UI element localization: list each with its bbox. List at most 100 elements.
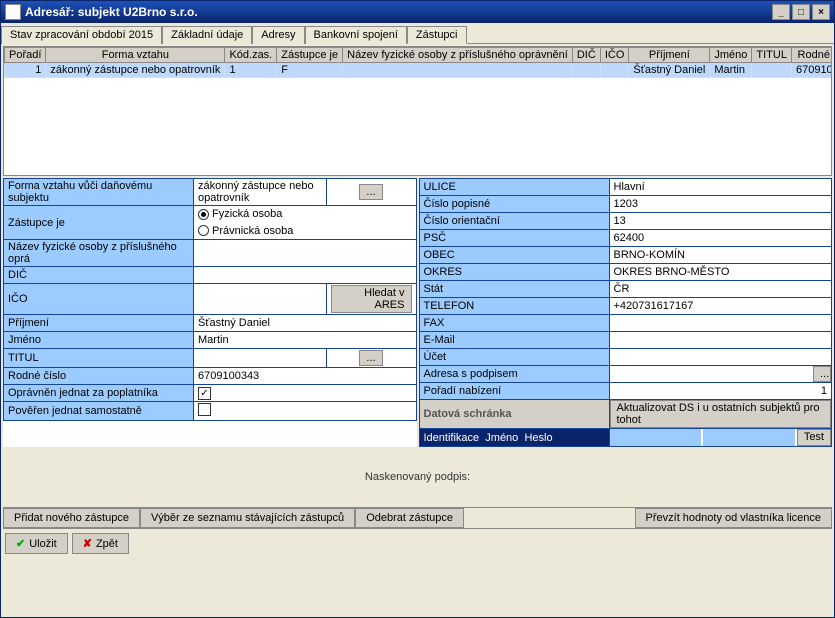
ulice-value[interactable]: Hlavní — [609, 179, 832, 196]
radio-pravnicka-label: Právnická osoba — [212, 225, 293, 237]
vyber-zastupce-button[interactable]: Výběr ze seznamu stávajících zástupců — [140, 508, 355, 528]
radio-pravnicka[interactable] — [198, 225, 209, 236]
stat-label: Stát — [419, 281, 609, 298]
signature-label: Naskenovaný podpis: — [365, 471, 470, 483]
obec-label: OBEC — [419, 247, 609, 264]
left-panel: Forma vztahu vůči daňovému subjektu záko… — [3, 178, 417, 447]
window-title: Adresář: subjekt U2Brno s.r.o. — [25, 5, 198, 19]
jmeno-value[interactable]: Martin — [194, 332, 417, 349]
cell-prijmeni[interactable]: Šťastný Daniel — [629, 63, 710, 78]
col-jmeno[interactable]: Jméno — [710, 48, 752, 63]
ico-value[interactable] — [194, 284, 327, 315]
forma-value[interactable]: zákonný zástupce nebo opatrovník — [194, 179, 327, 206]
ds-field-2[interactable] — [703, 429, 795, 446]
rc-value[interactable]: 6709100343 — [194, 368, 417, 385]
nazev-value[interactable] — [194, 240, 417, 267]
ds-test-button[interactable]: Test — [797, 429, 831, 446]
ds-heading: Datová schránka — [419, 400, 609, 429]
hledat-ares-button[interactable]: Hledat v ARES — [331, 285, 412, 313]
cell-rc[interactable]: 6709100343 — [791, 63, 832, 78]
maximize-button[interactable]: □ — [792, 4, 810, 20]
col-dic[interactable]: DIČ — [572, 48, 600, 63]
titul-label: TITUL — [4, 349, 194, 368]
cell-forma[interactable]: zákonný zástupce nebo opatrovník — [46, 63, 225, 78]
zpet-button[interactable]: ✘Zpět — [72, 533, 129, 554]
obec-value[interactable]: BRNO-KOMÍN — [609, 247, 832, 264]
adresa-podpis-browse-button[interactable]: ... — [813, 366, 831, 382]
ulozit-label: Uložit — [29, 538, 57, 550]
col-rc[interactable]: Rodné číslo — [791, 48, 832, 63]
col-ico[interactable]: IČO — [600, 48, 629, 63]
tab-zastupci[interactable]: Zástupci — [407, 26, 467, 44]
cell-titul[interactable] — [752, 63, 792, 78]
zastupce-label: Zástupce je — [4, 206, 194, 240]
col-kodzas[interactable]: Kód.zas. — [225, 48, 277, 63]
co-value[interactable]: 13 — [609, 213, 832, 230]
prevzit-button[interactable]: Převzít hodnoty od vlastníka licence — [635, 508, 832, 528]
cell-jmeno[interactable]: Martin — [710, 63, 752, 78]
grid[interactable]: Pořadí Forma vztahu Kód.zas. Zástupce je… — [3, 46, 832, 176]
col-titul[interactable]: TITUL — [752, 48, 792, 63]
signature-area: Naskenovaný podpis: — [1, 447, 834, 507]
col-forma[interactable]: Forma vztahu — [46, 48, 225, 63]
email-label: E-Mail — [419, 332, 609, 349]
forma-text: zákonný zástupce nebo opatrovník — [198, 180, 314, 204]
psc-value[interactable]: 62400 — [609, 230, 832, 247]
ucet-value[interactable] — [609, 349, 832, 366]
adresa-podpis-label: Adresa s podpisem — [419, 366, 609, 383]
radio-fyzicka[interactable] — [198, 209, 209, 220]
tab-adresy[interactable]: Adresy — [252, 26, 304, 44]
poveren-checkbox[interactable] — [198, 403, 211, 416]
close-button[interactable]: × — [812, 4, 830, 20]
cell-kodzas[interactable]: 1 — [225, 63, 277, 78]
fax-value[interactable] — [609, 315, 832, 332]
prijmeni-value[interactable]: Šťastný Daniel — [194, 315, 417, 332]
minimize-button[interactable]: _ — [772, 4, 790, 20]
cell-poradi[interactable]: 1 — [5, 63, 46, 78]
dic-label: DIČ — [4, 267, 194, 284]
tel-label: TELEFON — [419, 298, 609, 315]
forma-browse-button[interactable]: ... — [359, 184, 382, 200]
dic-value[interactable] — [194, 267, 417, 284]
ucet-label: Účet — [419, 349, 609, 366]
zpet-label: Zpět — [96, 538, 118, 550]
tab-zakladni[interactable]: Základní údaje — [162, 26, 252, 44]
titul-value[interactable] — [194, 349, 327, 368]
psc-label: PSČ — [419, 230, 609, 247]
okres-value[interactable]: OKRES BRNO-MĚSTO — [609, 264, 832, 281]
check-icon: ✔ — [16, 538, 25, 550]
stat-value[interactable]: ČR — [609, 281, 832, 298]
titul-browse-button[interactable]: ... — [359, 350, 382, 366]
ds-col-jmeno: Jméno — [485, 432, 518, 444]
tab-stav[interactable]: Stav zpracování období 2015 — [1, 26, 162, 44]
save-bar: ✔ Uložit ✘Zpět — [1, 529, 834, 558]
cell-ico[interactable] — [600, 63, 629, 78]
okres-label: OKRES — [419, 264, 609, 281]
fax-label: FAX — [419, 315, 609, 332]
add-zastupce-button[interactable]: Přidat nového zástupce — [3, 508, 140, 528]
opravnen-checkbox[interactable]: ✓ — [198, 387, 211, 400]
odebrat-zastupce-button[interactable]: Odebrat zástupce — [355, 508, 464, 528]
grid-row[interactable]: 1 zákonný zástupce nebo opatrovník 1 F Š… — [5, 63, 833, 78]
ulozit-button[interactable]: ✔ Uložit — [5, 533, 68, 554]
cp-value[interactable]: 1203 — [609, 196, 832, 213]
titlebar: Adresář: subjekt U2Brno s.r.o. _ □ × — [1, 1, 834, 23]
tab-bankovni[interactable]: Bankovní spojení — [305, 26, 407, 44]
cell-zastupce[interactable]: F — [277, 63, 343, 78]
action-bar: Přidat nového zástupce Výběr ze seznamu … — [3, 507, 832, 529]
adresa-podpis-value[interactable] — [610, 366, 814, 382]
email-value[interactable] — [609, 332, 832, 349]
tabbar: Stav zpracování období 2015 Základní úda… — [1, 23, 834, 44]
col-prijmeni[interactable]: Příjmení — [629, 48, 710, 63]
ds-aktualizovat-button[interactable]: Aktualizovat DS i u ostatních subjektů p… — [610, 400, 832, 428]
col-zastupce[interactable]: Zástupce je — [277, 48, 343, 63]
ulice-label: ULICE — [419, 179, 609, 196]
col-nazev[interactable]: Název fyzické osoby z příslušného oprávn… — [343, 48, 573, 63]
nazev-label: Název fyzické osoby z příslušného oprá — [4, 240, 194, 267]
cell-dic[interactable] — [572, 63, 600, 78]
ds-field-1[interactable] — [610, 429, 702, 446]
poradi-value[interactable]: 1 — [609, 383, 832, 400]
tel-value[interactable]: +420731617167 — [609, 298, 832, 315]
col-poradi[interactable]: Pořadí — [5, 48, 46, 63]
cell-nazev[interactable] — [343, 63, 573, 78]
